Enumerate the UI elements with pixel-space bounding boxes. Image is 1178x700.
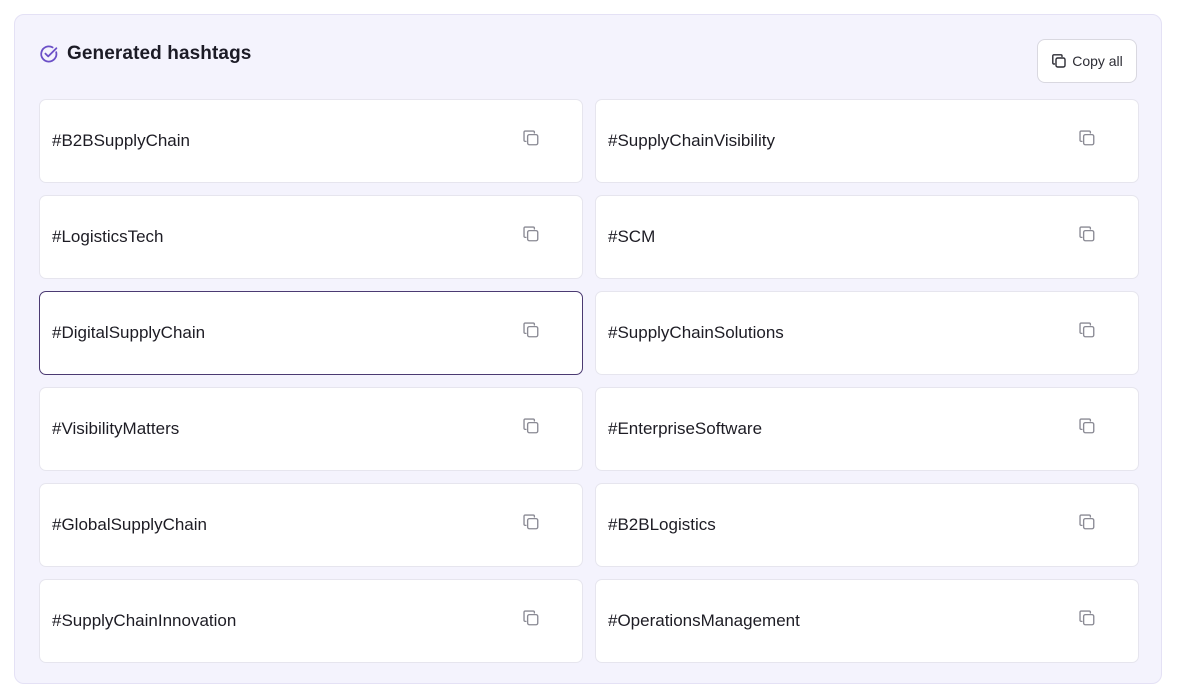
hashtag-text: #SCM: [608, 227, 656, 246]
hashtag-grid: #B2BSupplyChain #SupplyChainVisibility #Lo…: [39, 99, 1139, 663]
panel-header: Generated hashtags: [39, 43, 251, 65]
page-title: Generated hashtags: [67, 43, 252, 64]
copy-icon[interactable]: [1078, 225, 1096, 243]
hashtag-card[interactable]: #SCM: [595, 195, 1139, 279]
hashtag-card[interactable]: #VisibilityMatters: [39, 387, 583, 471]
hashtag-text: #OperationsManagement: [608, 611, 800, 630]
hashtag-card[interactable]: #SupplyChainSolutions: [595, 291, 1139, 375]
copy-icon[interactable]: [1078, 321, 1096, 339]
copy-icon[interactable]: [522, 321, 540, 339]
hashtag-text: #GlobalSupplyChain: [52, 515, 207, 534]
hashtag-card[interactable]: #GlobalSupplyChain: [39, 483, 583, 567]
hashtag-card[interactable]: #EnterpriseSoftware: [595, 387, 1139, 471]
copy-icon[interactable]: [1078, 417, 1096, 435]
hashtag-text: #SupplyChainVisibility: [608, 131, 775, 150]
hashtag-card[interactable]: #LogisticsTech: [39, 195, 583, 279]
hashtag-text: #DigitalSupplyChain: [52, 323, 206, 342]
copy-icon[interactable]: [522, 225, 540, 243]
circle-check-icon: [39, 44, 59, 64]
hashtag-text: #SupplyChainSolutions: [608, 323, 784, 342]
hashtag-text: #VisibilityMatters: [52, 419, 180, 438]
copy-icon[interactable]: [522, 513, 540, 531]
hashtag-card[interactable]: #OperationsManagement: [595, 579, 1139, 663]
hashtag-text: #B2BSupplyChain: [52, 131, 190, 150]
copy-all-button[interactable]: Copy all: [1037, 39, 1137, 83]
hashtag-card[interactable]: #B2BSupplyChain: [39, 99, 583, 183]
hashtag-text: #EnterpriseSoftware: [608, 419, 763, 438]
copy-icon[interactable]: [522, 129, 540, 147]
copy-icon[interactable]: [522, 417, 540, 435]
hashtag-text: #B2BLogistics: [608, 515, 716, 534]
copy-icon: [1051, 53, 1067, 69]
hashtag-card[interactable]: #SupplyChainInnovation: [39, 579, 583, 663]
hashtag-card[interactable]: #SupplyChainVisibility: [595, 99, 1139, 183]
hashtag-card[interactable]: #DigitalSupplyChain: [39, 291, 583, 375]
copy-icon[interactable]: [1078, 513, 1096, 531]
copy-all-label: Copy all: [1072, 53, 1123, 69]
hashtags-panel: Generated hashtags Copy all #B2BSupplyCh…: [14, 14, 1162, 684]
hashtag-text: #LogisticsTech: [52, 227, 164, 246]
hashtag-text: #SupplyChainInnovation: [52, 611, 237, 630]
hashtag-card[interactable]: #B2BLogistics: [595, 483, 1139, 567]
copy-icon[interactable]: [522, 609, 540, 627]
copy-icon[interactable]: [1078, 129, 1096, 147]
copy-icon[interactable]: [1078, 609, 1096, 627]
